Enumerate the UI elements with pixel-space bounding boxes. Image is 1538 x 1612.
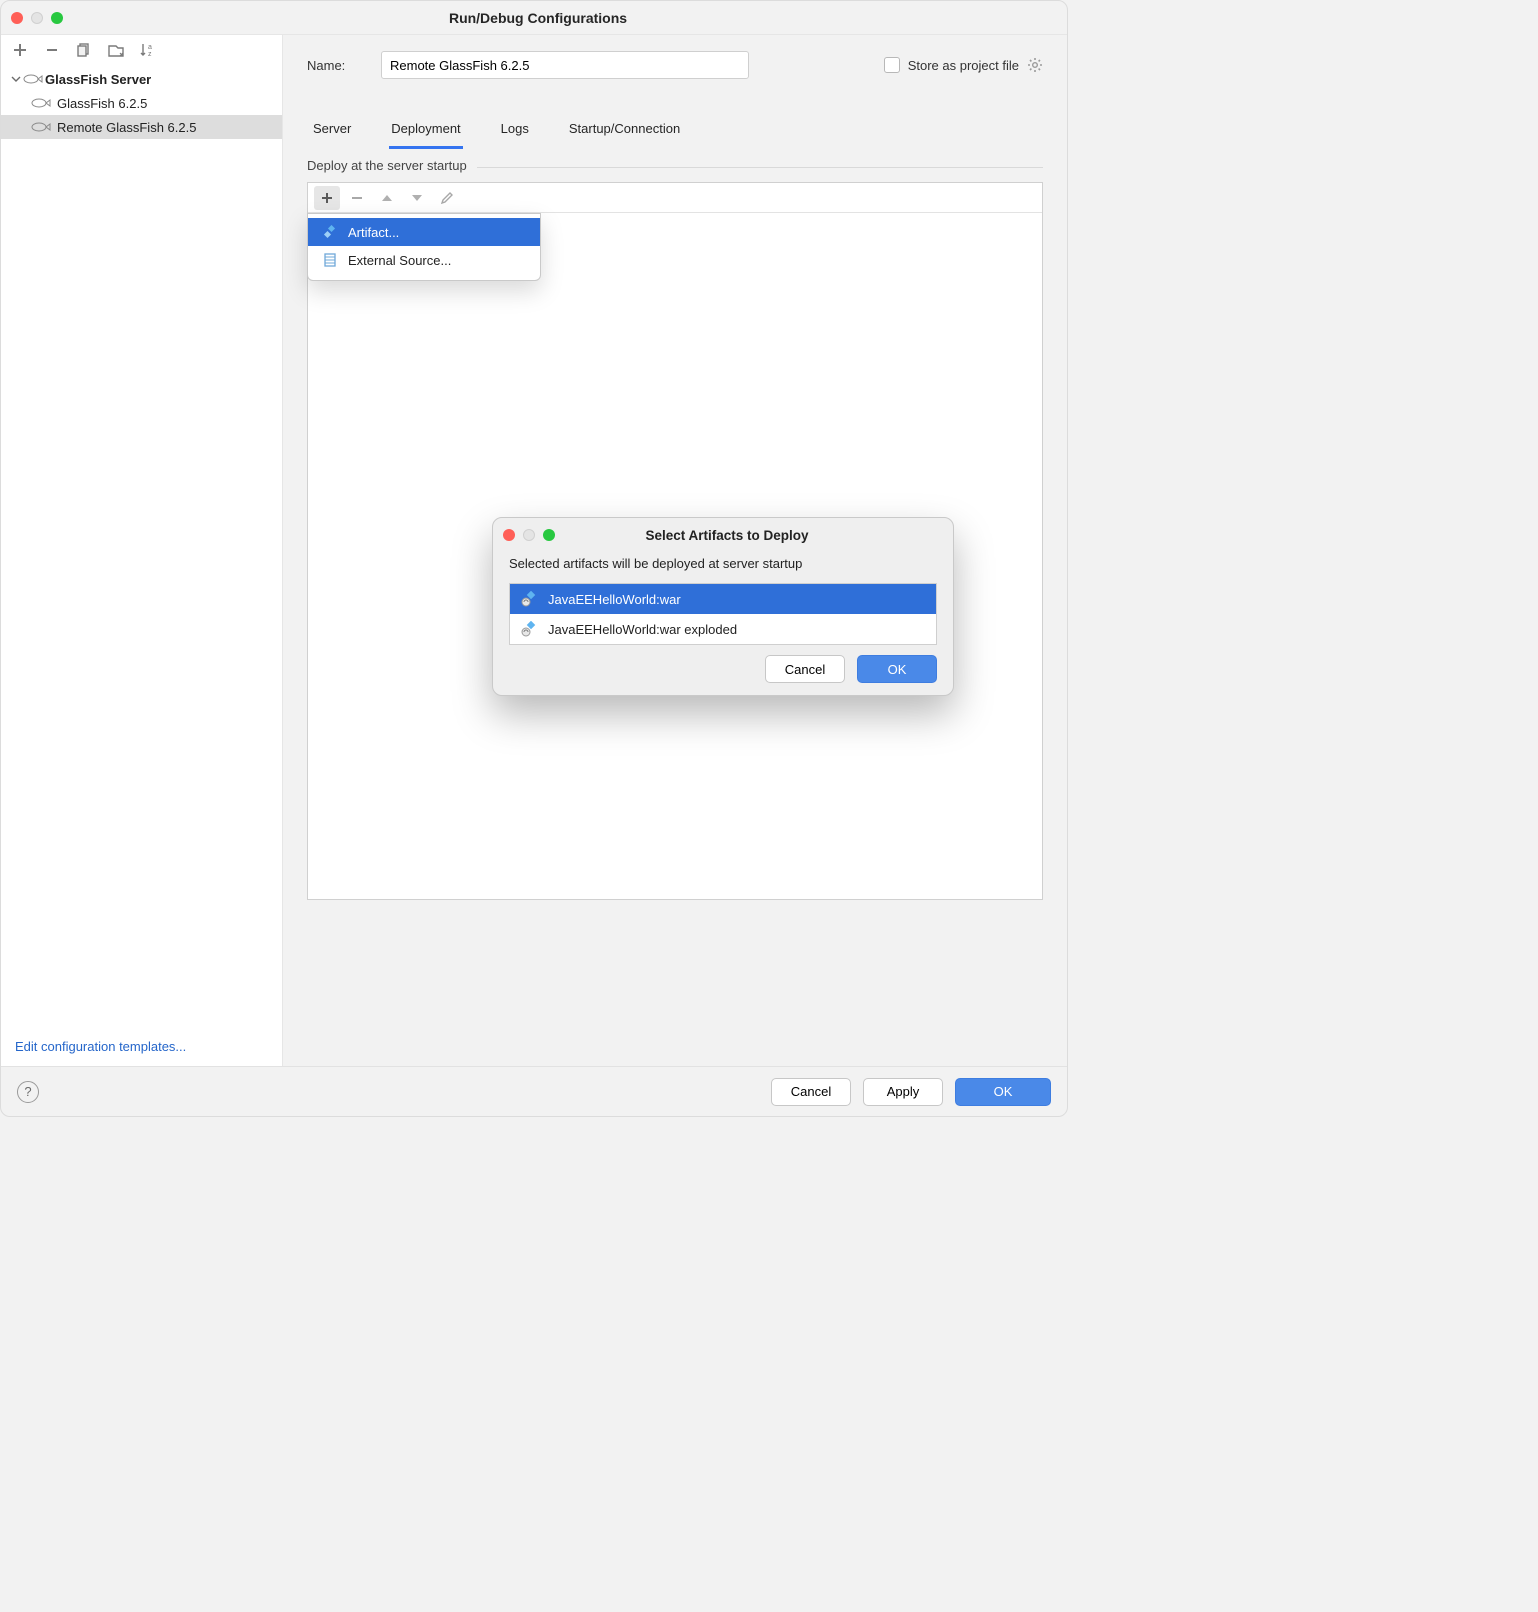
deploy-add-icon[interactable] — [314, 186, 340, 210]
name-row: Name: Store as project file — [307, 51, 1043, 79]
store-label: Store as project file — [908, 58, 1019, 73]
edit-templates-link[interactable]: Edit configuration templates... — [1, 1027, 282, 1066]
tree-item-label: Remote GlassFish 6.2.5 — [57, 120, 196, 135]
popup-buttons: Cancel OK — [493, 655, 953, 683]
glassfish-icon — [31, 97, 53, 109]
artifact-icon — [520, 590, 538, 608]
glassfish-icon — [31, 121, 53, 133]
deploy-move-up-icon[interactable] — [374, 186, 400, 210]
dialog-window: Run/Debug Configurations az — [0, 0, 1068, 1117]
tab-startup-connection[interactable]: Startup/Connection — [567, 115, 682, 149]
deploy-group: Deploy at the server startup — [307, 167, 1043, 168]
body: az GlassFish Server Glas — [1, 35, 1067, 1066]
sidebar: az GlassFish Server Glas — [1, 35, 283, 1066]
artifact-icon — [322, 224, 338, 240]
external-source-icon — [322, 252, 338, 268]
chevron-down-icon — [11, 74, 23, 84]
deploy-move-down-icon[interactable] — [404, 186, 430, 210]
sort-alpha-icon[interactable]: az — [139, 41, 157, 59]
deploy-remove-icon[interactable] — [344, 186, 370, 210]
menu-item-label: External Source... — [348, 253, 451, 268]
popup-ok-button[interactable]: OK — [857, 655, 937, 683]
artifact-icon — [520, 620, 538, 638]
artifact-item[interactable]: JavaEEHelloWorld:war — [510, 584, 936, 614]
help-icon[interactable]: ? — [17, 1081, 39, 1103]
deploy-toolbar: Artifact... External Source... — [308, 183, 1042, 213]
main-panel: Name: Store as project file Server Deplo… — [283, 35, 1067, 1066]
gear-icon[interactable] — [1027, 57, 1043, 73]
artifact-list: JavaEEHelloWorld:war JavaEEHelloWorld:wa… — [509, 583, 937, 645]
deploy-add-menu: Artifact... External Source... — [307, 213, 541, 281]
tree-item[interactable]: GlassFish 6.2.5 — [1, 91, 282, 115]
cancel-button[interactable]: Cancel — [771, 1078, 851, 1106]
svg-text:z: z — [148, 51, 152, 57]
copy-config-icon[interactable] — [75, 41, 93, 59]
tabs: Server Deployment Logs Startup/Connectio… — [307, 115, 1043, 149]
popup-cancel-button[interactable]: Cancel — [765, 655, 845, 683]
store-as-project-file: Store as project file — [884, 57, 1043, 73]
glassfish-icon — [23, 73, 45, 85]
popup-message: Selected artifacts will be deployed at s… — [493, 552, 953, 579]
popup-titlebar: Select Artifacts to Deploy — [493, 518, 953, 552]
ok-button[interactable]: OK — [955, 1078, 1051, 1106]
sidebar-toolbar: az — [1, 35, 282, 65]
tree-item[interactable]: Remote GlassFish 6.2.5 — [1, 115, 282, 139]
tab-logs[interactable]: Logs — [499, 115, 531, 149]
name-input[interactable] — [381, 51, 749, 79]
store-checkbox[interactable] — [884, 57, 900, 73]
select-artifacts-dialog: Select Artifacts to Deploy Selected arti… — [492, 517, 954, 696]
titlebar: Run/Debug Configurations — [1, 1, 1067, 35]
popup-title: Select Artifacts to Deploy — [511, 528, 943, 543]
tab-deployment[interactable]: Deployment — [389, 115, 462, 149]
remove-config-icon[interactable] — [43, 41, 61, 59]
artifact-item-label: JavaEEHelloWorld:war — [548, 592, 681, 607]
tree-item-label: GlassFish 6.2.5 — [57, 96, 147, 111]
config-tree: GlassFish Server GlassFish 6.2.5 Remote … — [1, 65, 282, 141]
tree-parent-glassfish[interactable]: GlassFish Server — [1, 67, 282, 91]
menu-item-artifact[interactable]: Artifact... — [308, 218, 540, 246]
add-config-icon[interactable] — [11, 41, 29, 59]
dialog-footer: ? Cancel Apply OK — [1, 1066, 1067, 1116]
deploy-group-title: Deploy at the server startup — [307, 158, 477, 173]
deploy-edit-icon[interactable] — [434, 186, 460, 210]
tab-server[interactable]: Server — [311, 115, 353, 149]
window-title: Run/Debug Configurations — [19, 10, 1057, 26]
menu-item-external-source[interactable]: External Source... — [308, 246, 540, 274]
tree-parent-label: GlassFish Server — [45, 72, 151, 87]
name-label: Name: — [307, 58, 363, 73]
apply-button[interactable]: Apply — [863, 1078, 943, 1106]
artifact-item-label: JavaEEHelloWorld:war exploded — [548, 622, 737, 637]
artifact-item[interactable]: JavaEEHelloWorld:war exploded — [510, 614, 936, 644]
menu-item-label: Artifact... — [348, 225, 399, 240]
svg-text:a: a — [148, 44, 152, 51]
deploy-list: Artifact... External Source... Nothing t… — [307, 182, 1043, 900]
save-template-icon[interactable] — [107, 41, 125, 59]
